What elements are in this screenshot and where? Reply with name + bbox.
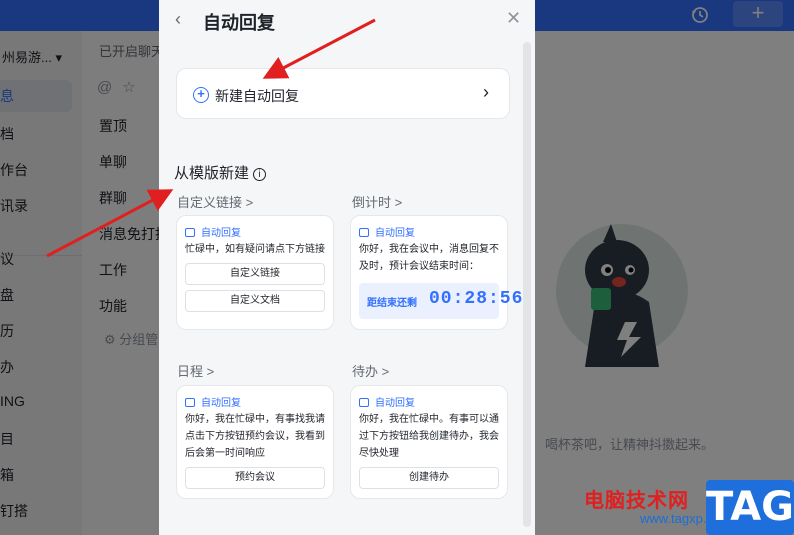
close-icon[interactable]: ✕ [506,8,521,29]
countdown-label: 距结束还剩 [367,298,417,309]
watermark-tag-logo: TAG [706,480,794,535]
scrollbar[interactable] [523,42,531,527]
countdown-box: 距结束还剩 00:28:56 [359,283,522,319]
create-todo-button[interactable]: 创建待办 [359,467,499,489]
back-icon[interactable]: ‹ [175,9,181,30]
template-header: 自动回复 [359,224,499,239]
message-bubble-icon [185,228,195,237]
new-auto-reply-button[interactable]: + 新建自动回复 › [176,68,510,119]
category-schedule[interactable]: 日程 > [177,361,214,380]
custom-doc-button[interactable]: 自定义文档 [185,290,325,312]
template-section-title: 从模版新建 i [174,162,267,183]
chevron-right-icon: › [483,82,489,102]
template-header: 自动回复 [185,394,325,409]
template-card-countdown[interactable]: 自动回复 你好，我在会议中，消息回复不及时，预计会议结束时间： 距结束还剩 00… [350,215,522,330]
message-bubble-icon [359,228,369,237]
panel-title: 自动回复 [203,13,275,33]
template-message: 你好，我在忙碌中，有事找我请点击下方按钮预约会议，我看到后会第一时间响应 [185,414,325,459]
template-card-todo[interactable]: 自动回复 你好，我在忙碌中。有事可以通过下方按钮给我创建待办，我会尽快处理 创建… [350,385,508,499]
template-card-custom-link[interactable]: 自动回复 忙碌中，如有疑问请点下方链接 自定义链接 自定义文档 [176,215,334,330]
template-message: 你好，我在会议中，消息回复不及时，预计会议结束时间： [359,244,499,272]
template-card-schedule[interactable]: 自动回复 你好，我在忙碌中，有事找我请点击下方按钮预约会议，我看到后会第一时间响… [176,385,334,499]
auto-reply-panel: ‹ 自动回复 ✕ + 新建自动回复 › 从模版新建 i 自定义链接 > 自动回复 … [159,0,535,535]
template-header: 自动回复 [185,224,325,239]
add-circle-icon: + [193,87,209,103]
message-bubble-icon [359,398,369,407]
category-custom-link[interactable]: 自定义链接 > [177,192,253,211]
category-todo[interactable]: 待办 > [352,361,389,380]
custom-link-button[interactable]: 自定义链接 [185,263,325,285]
info-icon[interactable]: i [253,168,267,181]
book-meeting-button[interactable]: 预约会议 [185,467,325,489]
template-message: 你好，我在忙碌中。有事可以通过下方按钮给我创建待办，我会尽快处理 [359,414,499,459]
watermark-site-name: 电脑技术网 [584,490,689,512]
new-auto-reply-label: 新建自动回复 [215,88,299,104]
countdown-time: 00:28:56 [429,289,524,309]
panel-header: ‹ 自动回复 ✕ [159,0,535,42]
category-countdown[interactable]: 倒计时 > [352,192,402,211]
message-bubble-icon [185,398,195,407]
template-message: 忙碌中，如有疑问请点下方链接 [185,244,325,255]
template-header: 自动回复 [359,394,499,409]
